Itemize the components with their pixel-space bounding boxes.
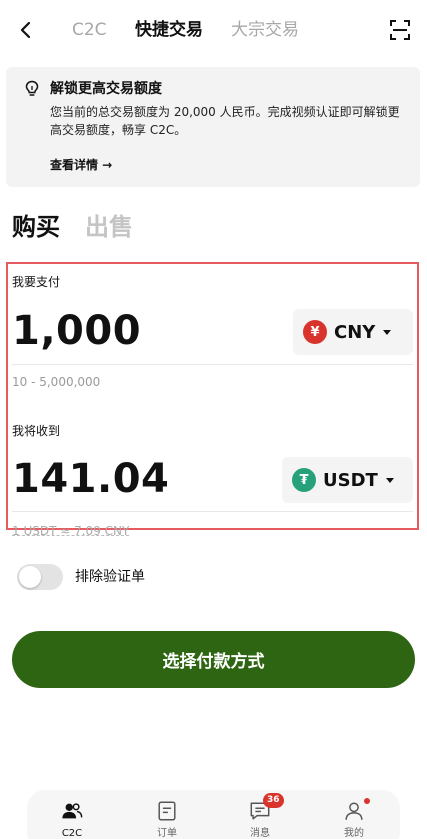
pay-amount-input[interactable]: 1,000 [12,308,141,354]
nav-item-messages[interactable]: 36 消息 [230,793,290,839]
exclude-verified-toggle[interactable] [17,564,63,590]
bottom-nav: C2C 订单 36 消息 我的 [27,790,400,839]
select-payment-label: 选择付款方式 [162,652,265,672]
scan-icon[interactable] [388,18,412,42]
exchange-rate-text[interactable]: 1 USDT ≈ 7.09 CNY [12,524,130,536]
nav-item-c2c[interactable]: C2C [42,800,102,839]
pay-range-hint: 10 - 5,000,000 [12,375,101,389]
tab-bulk-trade[interactable]: 大宗交易 [231,19,299,41]
divider [12,364,413,365]
receive-currency-code: USDT [323,469,378,491]
tab-c2c[interactable]: C2C [72,19,107,41]
nav-label-messages: 消息 [250,828,270,839]
orders-icon [158,801,176,821]
tab-buy[interactable]: 购买 [12,211,60,243]
exclude-verified-label: 排除验证单 [75,569,145,585]
toggle-knob [19,566,41,588]
tab-sell[interactable]: 出售 [85,211,133,243]
tab-quick-trade[interactable]: 快捷交易 [135,19,203,41]
view-details-link[interactable]: 查看详情 → [50,156,112,174]
back-arrow-icon[interactable] [14,18,38,42]
pay-label: 我要支付 [12,275,61,289]
notification-dot [364,798,370,804]
pay-currency-code: CNY [334,321,376,343]
caret-down-icon [383,329,392,335]
users-icon [62,803,83,819]
profile-icon [345,802,363,820]
lightbulb-icon [25,80,39,96]
nav-item-profile[interactable]: 我的 [324,798,384,839]
select-payment-button[interactable]: 选择付款方式 [12,631,415,688]
nav-label-c2c: C2C [61,828,83,839]
nav-item-orders[interactable]: 订单 [137,800,197,839]
pay-currency-select[interactable]: ¥ CNY [293,309,413,355]
usdt-icon: ₮ [292,468,316,492]
nav-label-profile: 我的 [344,828,364,839]
caret-down-icon [385,477,394,483]
nav-label-orders: 订单 [157,828,177,839]
receive-label: 我将收到 [12,424,61,438]
top-bar: C2C 快捷交易 大宗交易 [0,0,427,60]
receive-currency-select[interactable]: ₮ USDT [282,457,413,503]
banner-body: 您当前的总交易额度为 20,000 人民币。完成视频认证即可解锁更高交易额度，畅… [50,105,400,137]
banner-title: 解锁更高交易额度 [50,81,162,97]
cny-icon: ¥ [303,320,327,344]
divider [12,511,413,512]
receive-amount-input[interactable]: 141.04 [12,456,169,502]
message-badge: 36 [263,793,284,808]
limit-banner: 解锁更高交易额度 您当前的总交易额度为 20,000 人民币。完成视频认证即可解… [6,67,420,187]
